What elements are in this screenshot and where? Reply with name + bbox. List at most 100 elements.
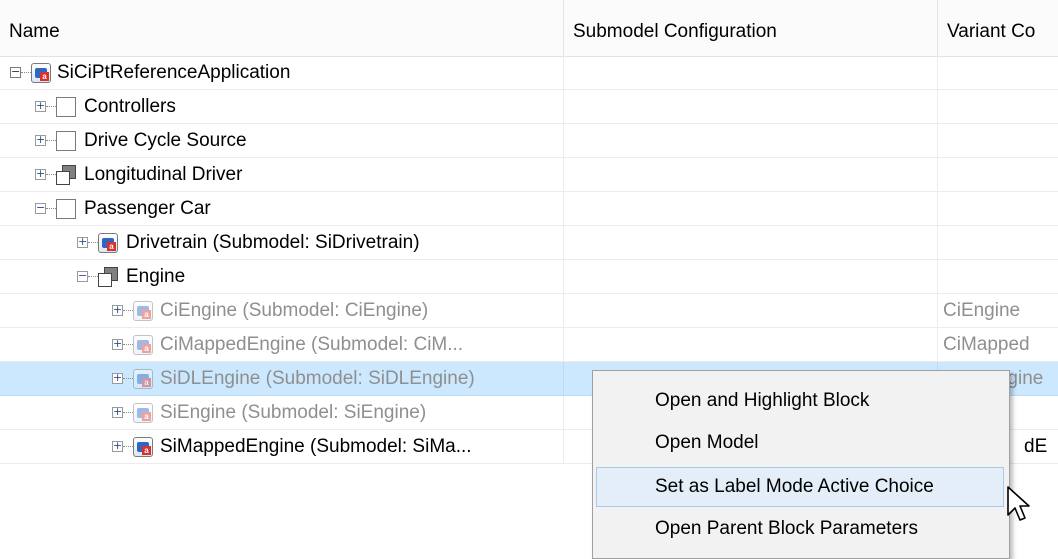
tree-row-label: Drive Cycle Source bbox=[84, 130, 247, 151]
variant-cell bbox=[938, 226, 1058, 260]
name-cell: + a SiDLEngine (Submodel: SiDLEngine) bbox=[0, 362, 564, 396]
submodel-configuration-cell bbox=[564, 294, 938, 328]
tree-row-label: Passenger Car bbox=[84, 198, 211, 219]
tree-row-label: SiMappedEngine (Submodel: SiMa... bbox=[160, 436, 472, 457]
menu-item-set-as-label-mode-active-choice[interactable]: Set as Label Mode Active Choice bbox=[596, 467, 1004, 507]
tree-row-longitudinal-driver[interactable]: + Longitudinal Driver bbox=[0, 158, 1058, 192]
name-cell: + a SiEngine (Submodel: SiEngine) bbox=[0, 396, 564, 430]
model-reference-icon: a bbox=[133, 301, 153, 321]
name-cell: + a CiMappedEngine (Submodel: CiM... bbox=[0, 328, 564, 362]
expand-icon[interactable]: + bbox=[112, 338, 123, 350]
tree-connector bbox=[46, 140, 56, 142]
expand-icon[interactable]: + bbox=[112, 372, 123, 384]
tree-row-ci-engine[interactable]: + a CiEngine (Submodel: CiEngine) CiEngi… bbox=[0, 294, 1058, 328]
tree-connector bbox=[123, 378, 133, 380]
tree-connector bbox=[123, 310, 133, 312]
tree-row-controllers[interactable]: + Controllers bbox=[0, 90, 1058, 124]
name-cell: + a Drivetrain (Submodel: SiDrivetrain) bbox=[0, 226, 564, 260]
tree-row-passenger-car[interactable]: − Passenger Car bbox=[0, 192, 1058, 226]
tree-row-drivetrain[interactable]: + a Drivetrain (Submodel: SiDrivetrain) bbox=[0, 226, 1058, 260]
submodel-configuration-cell bbox=[564, 192, 938, 226]
variant-value: dE bbox=[1024, 436, 1048, 457]
tree-row-label: SiCiPtReferenceApplication bbox=[57, 62, 291, 83]
menu-item-open-model[interactable]: Open Model bbox=[596, 423, 1004, 463]
column-header-variant[interactable]: Variant Co bbox=[938, 0, 1058, 56]
variant-cell bbox=[938, 124, 1058, 158]
model-reference-icon: a bbox=[133, 403, 153, 423]
expand-icon[interactable]: + bbox=[77, 236, 88, 248]
variant-cell: CiEngine bbox=[938, 294, 1058, 328]
submodel-configuration-cell bbox=[564, 56, 938, 90]
tree-row-label: Drivetrain (Submodel: SiDrivetrain) bbox=[126, 232, 420, 253]
tree-connector bbox=[46, 106, 56, 108]
tree-connector bbox=[123, 412, 133, 414]
tree-row-label: CiEngine (Submodel: CiEngine) bbox=[160, 300, 429, 321]
model-reference-icon: a bbox=[98, 233, 118, 253]
name-cell: − Passenger Car bbox=[0, 192, 564, 226]
variant-cell bbox=[938, 192, 1058, 226]
expand-icon[interactable]: + bbox=[35, 134, 46, 146]
tree-connector bbox=[21, 72, 31, 74]
submodel-configuration-cell bbox=[564, 328, 938, 362]
expand-icon[interactable]: + bbox=[112, 304, 123, 316]
tree-row-label: Longitudinal Driver bbox=[84, 164, 243, 185]
expand-icon[interactable]: + bbox=[35, 100, 46, 112]
name-cell: + a CiEngine (Submodel: CiEngine) bbox=[0, 294, 564, 328]
tree-row-label: CiMappedEngine (Submodel: CiM... bbox=[160, 334, 464, 355]
name-cell: − a SiCiPtReferenceApplication bbox=[0, 56, 564, 90]
tree-connector bbox=[46, 208, 56, 210]
variant-subsystem-icon bbox=[98, 267, 118, 287]
tree-row-label: SiEngine (Submodel: SiEngine) bbox=[160, 402, 427, 423]
tree-row-label: Controllers bbox=[84, 96, 176, 117]
expand-icon[interactable]: + bbox=[112, 440, 123, 452]
model-reference-icon: a bbox=[133, 335, 153, 355]
tree-row-ci-mapped-engine[interactable]: + a CiMappedEngine (Submodel: CiM... CiM… bbox=[0, 328, 1058, 362]
tree-connector bbox=[88, 276, 98, 278]
name-cell: + Controllers bbox=[0, 90, 564, 124]
name-cell: + Longitudinal Driver bbox=[0, 158, 564, 192]
context-menu: Open and Highlight Block Open Model Set … bbox=[592, 370, 1010, 559]
variant-value: CiMapped bbox=[943, 334, 1030, 355]
submodel-configuration-cell bbox=[564, 260, 938, 294]
variant-cell: CiMapped bbox=[938, 328, 1058, 362]
submodel-configuration-cell bbox=[564, 226, 938, 260]
column-header: Name Submodel Configuration Variant Co bbox=[0, 0, 1058, 57]
model-reference-icon: a bbox=[133, 437, 153, 457]
variant-cell bbox=[938, 158, 1058, 192]
collapse-icon[interactable]: − bbox=[77, 270, 88, 282]
model-reference-icon: a bbox=[133, 369, 153, 389]
name-cell: − Engine bbox=[0, 260, 564, 294]
submodel-configuration-cell bbox=[564, 158, 938, 192]
tree-connector bbox=[88, 242, 98, 244]
tree-row-label: Engine bbox=[126, 266, 186, 287]
tree-row-sicipt-reference-application[interactable]: − a SiCiPtReferenceApplication bbox=[0, 56, 1058, 90]
model-reference-icon: a bbox=[31, 63, 51, 83]
name-cell: + a SiMappedEngine (Submodel: SiMa... bbox=[0, 430, 564, 464]
variant-value: CiEngine bbox=[943, 300, 1021, 321]
collapse-icon[interactable]: − bbox=[10, 66, 21, 78]
mouse-pointer-icon bbox=[1007, 486, 1030, 521]
variant-cell bbox=[938, 260, 1058, 294]
tree-row-engine[interactable]: − Engine bbox=[0, 260, 1058, 294]
subsystem-icon bbox=[56, 131, 76, 151]
variant-cell bbox=[938, 90, 1058, 124]
variant-subsystem-icon bbox=[56, 165, 76, 185]
column-header-name[interactable]: Name bbox=[0, 0, 564, 56]
variant-cell bbox=[938, 56, 1058, 90]
tree-connector bbox=[46, 174, 56, 176]
expand-icon[interactable]: + bbox=[35, 168, 46, 180]
tree-row-drive-cycle-source[interactable]: + Drive Cycle Source bbox=[0, 124, 1058, 158]
expand-icon[interactable]: + bbox=[112, 406, 123, 418]
tree-connector bbox=[123, 344, 133, 346]
submodel-configuration-cell bbox=[564, 124, 938, 158]
name-cell: + Drive Cycle Source bbox=[0, 124, 564, 158]
subsystem-icon bbox=[56, 97, 76, 117]
menu-item-open-and-highlight-block[interactable]: Open and Highlight Block bbox=[596, 381, 1004, 421]
collapse-icon[interactable]: − bbox=[35, 202, 46, 214]
submodel-configuration-cell bbox=[564, 90, 938, 124]
menu-item-open-parent-block-parameters[interactable]: Open Parent Block Parameters bbox=[596, 509, 1004, 549]
tree-row-label: SiDLEngine (Submodel: SiDLEngine) bbox=[160, 368, 475, 389]
subsystem-icon bbox=[56, 199, 76, 219]
tree-connector bbox=[123, 446, 133, 448]
column-header-submodel-configuration[interactable]: Submodel Configuration bbox=[564, 0, 938, 56]
